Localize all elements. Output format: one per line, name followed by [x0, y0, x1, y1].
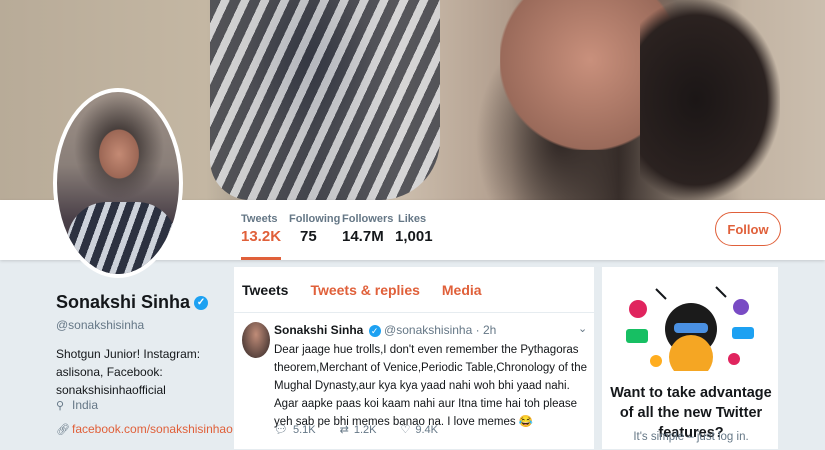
stat-tweets[interactable]: Tweets 13.2K: [241, 213, 282, 260]
avatar[interactable]: [53, 88, 183, 278]
stat-value: 14.7M: [342, 228, 384, 245]
reply-icon: 💬︎: [274, 424, 288, 436]
like-icon: ♡: [400, 424, 411, 436]
follow-button[interactable]: Follow: [715, 212, 781, 246]
profile-bio: Shotgun Junior! Instagram: aslisona, Fac…: [56, 347, 201, 397]
location-text: India: [72, 398, 99, 412]
like-count: 9.4K: [415, 424, 438, 436]
stat-likes[interactable]: Likes 1,001: [395, 213, 433, 245]
profile-name[interactable]: Sonakshi Sinha ✓: [56, 292, 209, 313]
tweet-handle[interactable]: @sonakshisinha: [384, 323, 472, 337]
tab-media[interactable]: Media: [442, 282, 482, 298]
tweet-text: Dear jaage hue trolls,I don't even remem…: [274, 344, 588, 428]
profile-location: ⚲ India: [56, 398, 98, 412]
tab-tweets-replies[interactable]: Tweets & replies: [310, 282, 419, 298]
stat-value: 1,001: [395, 228, 433, 245]
tweet-header: Sonakshi Sinha ✓ @sonakshisinha · 2h: [274, 323, 496, 337]
stat-label: Followers: [342, 213, 394, 225]
stat-label: Likes: [398, 213, 427, 225]
tweet-author[interactable]: Sonakshi Sinha: [274, 323, 363, 337]
verified-badge-icon: ✓: [194, 296, 209, 311]
profile-name-text: Sonakshi Sinha: [56, 292, 191, 312]
stat-label: Tweets: [241, 213, 278, 225]
link-icon: 🔗︎: [56, 424, 70, 436]
banner-hair: [640, 0, 780, 200]
reply-count: 5.1K: [292, 424, 316, 436]
verified-badge-icon: ✓: [368, 324, 381, 337]
retweet-count: 1.2K: [353, 424, 377, 436]
stat-value: 13.2K: [241, 228, 282, 245]
chevron-down-icon[interactable]: ⌄: [578, 322, 587, 335]
like-action[interactable]: ♡ 9.4K: [400, 423, 438, 436]
timeline: Tweets Tweets & replies Media Sonakshi S…: [233, 266, 595, 450]
profile-link[interactable]: 🔗︎ facebook.com/sonakshisinhao...: [56, 422, 243, 436]
login-promo: Want to take advantage of all the new Tw…: [601, 266, 779, 450]
tweet-time[interactable]: · 2h: [476, 323, 497, 337]
promo-subtitle[interactable]: It's simple – just log in.: [602, 431, 780, 443]
profile-handle[interactable]: @sonakshisinha: [56, 318, 144, 332]
stat-following[interactable]: Following 75: [289, 213, 340, 245]
avatar-jacket: [67, 202, 177, 274]
location-icon: ⚲: [56, 400, 65, 412]
stat-label: Following: [289, 213, 341, 225]
tweet-avatar[interactable]: [242, 322, 270, 358]
tab-tweets[interactable]: Tweets: [242, 282, 288, 298]
banner-stripes: [210, 0, 440, 200]
promo-illustration: [626, 286, 754, 371]
timeline-tabs: Tweets Tweets & replies Media: [234, 267, 594, 313]
reply-action[interactable]: 💬︎ 5.1K: [274, 423, 316, 436]
tweet-actions: 💬︎ 5.1K ⇄ 1.2K ♡ 9.4K: [274, 423, 438, 436]
stat-followers[interactable]: Followers 14.7M: [342, 213, 393, 245]
tweet[interactable]: Sonakshi Sinha ✓ @sonakshisinha · 2h ⌄ D…: [234, 314, 594, 428]
link-text[interactable]: facebook.com/sonakshisinhao...: [72, 422, 243, 436]
retweet-action[interactable]: ⇄ 1.2K: [340, 423, 377, 436]
stat-value: 75: [300, 228, 317, 245]
retweet-icon: ⇄: [339, 424, 349, 436]
